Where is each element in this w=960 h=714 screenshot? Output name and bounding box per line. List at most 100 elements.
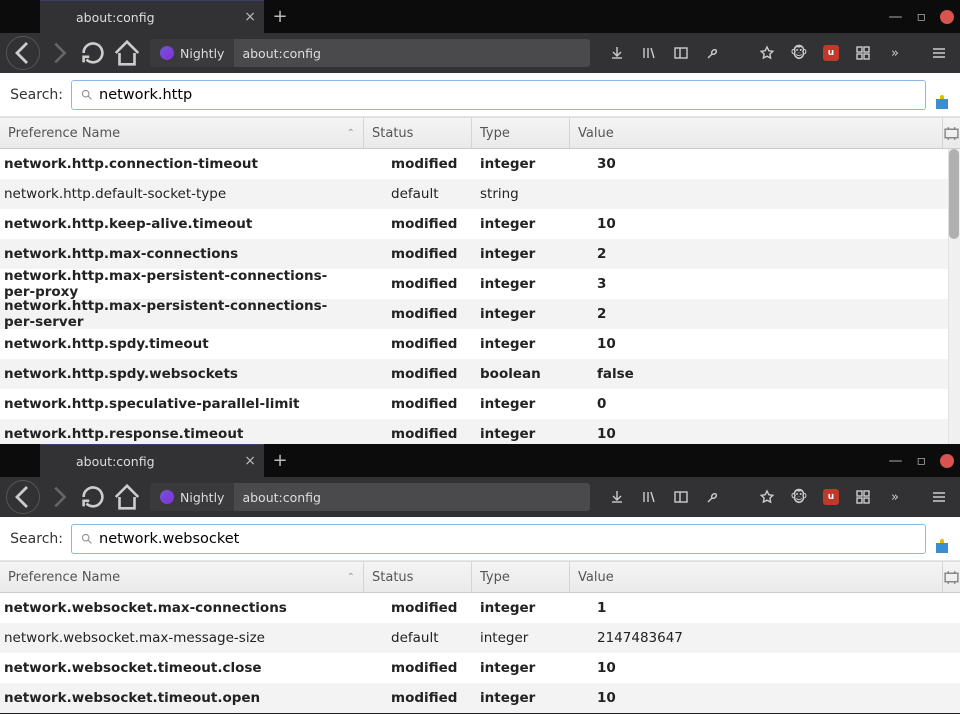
dashboard-icon[interactable] bbox=[848, 38, 878, 68]
url-bar[interactable]: Nightly about:config bbox=[150, 483, 590, 511]
pref-row[interactable]: network.websocket.max-connections modifi… bbox=[0, 593, 960, 623]
window-close-icon[interactable] bbox=[940, 454, 954, 468]
pref-row[interactable]: network.http.speculative-parallel-limit … bbox=[0, 389, 960, 419]
pref-value: 0 bbox=[570, 396, 960, 412]
pref-type: integer bbox=[472, 246, 570, 262]
pref-type: integer bbox=[472, 600, 570, 616]
ublock-icon[interactable]: u bbox=[816, 482, 846, 512]
dashboard-icon[interactable] bbox=[848, 482, 878, 512]
pref-value: 10 bbox=[570, 216, 960, 232]
library-icon[interactable] bbox=[634, 482, 664, 512]
search-bar: Search: bbox=[0, 517, 960, 561]
sidebar-icon[interactable] bbox=[666, 38, 696, 68]
pref-value: 10 bbox=[570, 660, 960, 676]
pref-rows: network.http.connection-timeout modified… bbox=[0, 149, 960, 444]
overflow-icon[interactable]: » bbox=[880, 482, 910, 512]
pref-row[interactable]: network.http.max-persistent-connections-… bbox=[0, 269, 960, 299]
pref-status: modified bbox=[364, 306, 472, 322]
pref-row[interactable]: network.http.response.timeout modified i… bbox=[0, 419, 960, 444]
pocket-star-icon[interactable] bbox=[752, 38, 782, 68]
close-tab-icon[interactable]: × bbox=[244, 9, 256, 25]
search-box[interactable] bbox=[71, 80, 926, 110]
forward-button[interactable] bbox=[44, 38, 74, 68]
scrollbar-thumb[interactable] bbox=[949, 149, 959, 239]
pref-value: 10 bbox=[570, 690, 960, 706]
header-name[interactable]: Preference Name⌃ bbox=[0, 562, 364, 592]
pref-value: 10 bbox=[570, 426, 960, 442]
identity-box[interactable]: Nightly bbox=[150, 39, 234, 67]
pref-row[interactable]: network.websocket.timeout.close modified… bbox=[0, 653, 960, 683]
header-name[interactable]: Preference Name⌃ bbox=[0, 118, 364, 148]
home-button[interactable] bbox=[112, 482, 142, 512]
back-button[interactable] bbox=[6, 36, 40, 70]
pref-type: string bbox=[472, 186, 570, 202]
devtools-icon[interactable] bbox=[698, 38, 728, 68]
devtools-icon[interactable] bbox=[698, 482, 728, 512]
url-text[interactable]: about:config bbox=[234, 46, 574, 61]
back-button[interactable] bbox=[6, 480, 40, 514]
overflow-icon[interactable]: » bbox=[880, 38, 910, 68]
forward-button[interactable] bbox=[44, 482, 74, 512]
pref-row[interactable]: network.http.spdy.websockets modified bo… bbox=[0, 359, 960, 389]
window-minimize-icon[interactable]: — bbox=[889, 9, 903, 25]
greasemonkey-icon[interactable]: 🐵 bbox=[784, 482, 814, 512]
home-button[interactable] bbox=[112, 38, 142, 68]
search-icon bbox=[80, 88, 93, 101]
new-tab-button[interactable]: + bbox=[264, 444, 296, 477]
library-icon[interactable] bbox=[634, 38, 664, 68]
search-box[interactable] bbox=[71, 524, 926, 554]
pref-row[interactable]: network.websocket.max-message-size defau… bbox=[0, 623, 960, 653]
scrollbar-track[interactable] bbox=[948, 149, 960, 444]
downloads-icon[interactable] bbox=[602, 38, 632, 68]
header-status[interactable]: Status bbox=[364, 562, 472, 592]
hamburger-menu-icon[interactable] bbox=[924, 482, 954, 512]
close-tab-icon[interactable]: × bbox=[244, 453, 256, 469]
pref-type: integer bbox=[472, 216, 570, 232]
column-picker-icon[interactable] bbox=[942, 118, 960, 148]
url-bar[interactable]: Nightly about:config bbox=[150, 39, 590, 67]
pref-row[interactable]: network.http.keep-alive.timeout modified… bbox=[0, 209, 960, 239]
pref-value: 10 bbox=[570, 336, 960, 352]
content-area: Search: Preference Name⌃ Status Type Val… bbox=[0, 73, 960, 444]
content-area: Search: Preference Name⌃ Status Type Val… bbox=[0, 517, 960, 713]
identity-box[interactable]: Nightly bbox=[150, 483, 234, 511]
column-picker-icon[interactable] bbox=[942, 562, 960, 592]
reload-button[interactable] bbox=[78, 38, 108, 68]
pref-row[interactable]: network.http.spdy.timeout modified integ… bbox=[0, 329, 960, 359]
greasemonkey-icon[interactable]: 🐵 bbox=[784, 38, 814, 68]
reload-button[interactable] bbox=[78, 482, 108, 512]
pref-row[interactable]: network.websocket.timeout.open modified … bbox=[0, 683, 960, 713]
header-type[interactable]: Type bbox=[472, 562, 570, 592]
new-tab-button[interactable]: + bbox=[264, 0, 296, 33]
pref-name: network.http.max-connections bbox=[0, 246, 364, 262]
pref-type: integer bbox=[472, 630, 570, 646]
window-close-icon[interactable] bbox=[940, 10, 954, 24]
pref-row[interactable]: network.http.max-persistent-connections-… bbox=[0, 299, 960, 329]
pref-row[interactable]: network.http.connection-timeout modified… bbox=[0, 149, 960, 179]
search-input[interactable] bbox=[99, 531, 917, 547]
header-type[interactable]: Type bbox=[472, 118, 570, 148]
downloads-icon[interactable] bbox=[602, 482, 632, 512]
pocket-star-icon[interactable] bbox=[752, 482, 782, 512]
window-maximize-icon[interactable]: ▫ bbox=[917, 9, 927, 25]
header-status[interactable]: Status bbox=[364, 118, 472, 148]
tab-aboutconfig[interactable]: about:config × bbox=[40, 0, 264, 33]
pref-name: network.websocket.max-message-size bbox=[0, 630, 364, 646]
ublock-icon[interactable]: u bbox=[816, 38, 846, 68]
header-value[interactable]: Value bbox=[570, 118, 942, 148]
window-minimize-icon[interactable]: — bbox=[889, 453, 903, 469]
tab-aboutconfig[interactable]: about:config × bbox=[40, 444, 264, 477]
header-value[interactable]: Value bbox=[570, 562, 942, 592]
window-maximize-icon[interactable]: ▫ bbox=[917, 453, 927, 469]
pref-value: 2 bbox=[570, 246, 960, 262]
pref-status: modified bbox=[364, 690, 472, 706]
pref-name: network.websocket.timeout.open bbox=[0, 690, 364, 706]
sidebar-icon[interactable] bbox=[666, 482, 696, 512]
tab-title: about:config bbox=[76, 454, 155, 469]
search-input[interactable] bbox=[99, 87, 917, 103]
pref-row[interactable]: network.http.max-connections modified in… bbox=[0, 239, 960, 269]
pref-row[interactable]: network.http.default-socket-type default… bbox=[0, 179, 960, 209]
identity-label: Nightly bbox=[180, 46, 224, 61]
url-text[interactable]: about:config bbox=[234, 490, 574, 505]
hamburger-menu-icon[interactable] bbox=[924, 38, 954, 68]
